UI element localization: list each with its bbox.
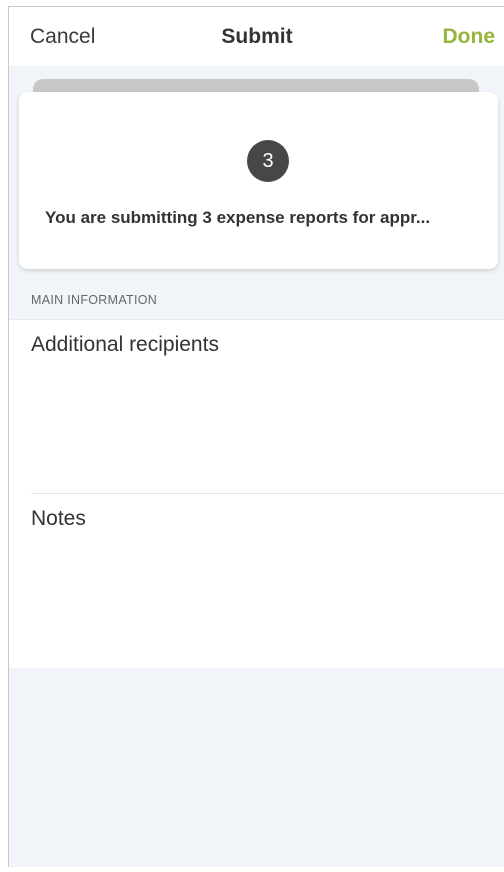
- page-title: Submit: [221, 25, 293, 48]
- additional-recipients-field[interactable]: Additional recipients: [9, 320, 504, 494]
- additional-recipients-label: Additional recipients: [31, 333, 219, 356]
- report-count-badge: 3: [247, 140, 289, 182]
- summary-card: 3 You are submitting 3 expense reports f…: [19, 92, 498, 269]
- done-button[interactable]: Done: [443, 25, 496, 49]
- submit-screen: Cancel Submit Done 3 You are submitting …: [8, 6, 504, 867]
- main-information-header: MAIN INFORMATION: [31, 293, 158, 307]
- notes-field[interactable]: Notes: [9, 494, 504, 668]
- submission-message: You are submitting 3 expense reports for…: [45, 208, 431, 227]
- navigation-bar: Cancel Submit Done: [9, 7, 504, 66]
- main-information-form: Additional recipients Notes: [9, 319, 504, 668]
- notes-label: Notes: [31, 507, 86, 530]
